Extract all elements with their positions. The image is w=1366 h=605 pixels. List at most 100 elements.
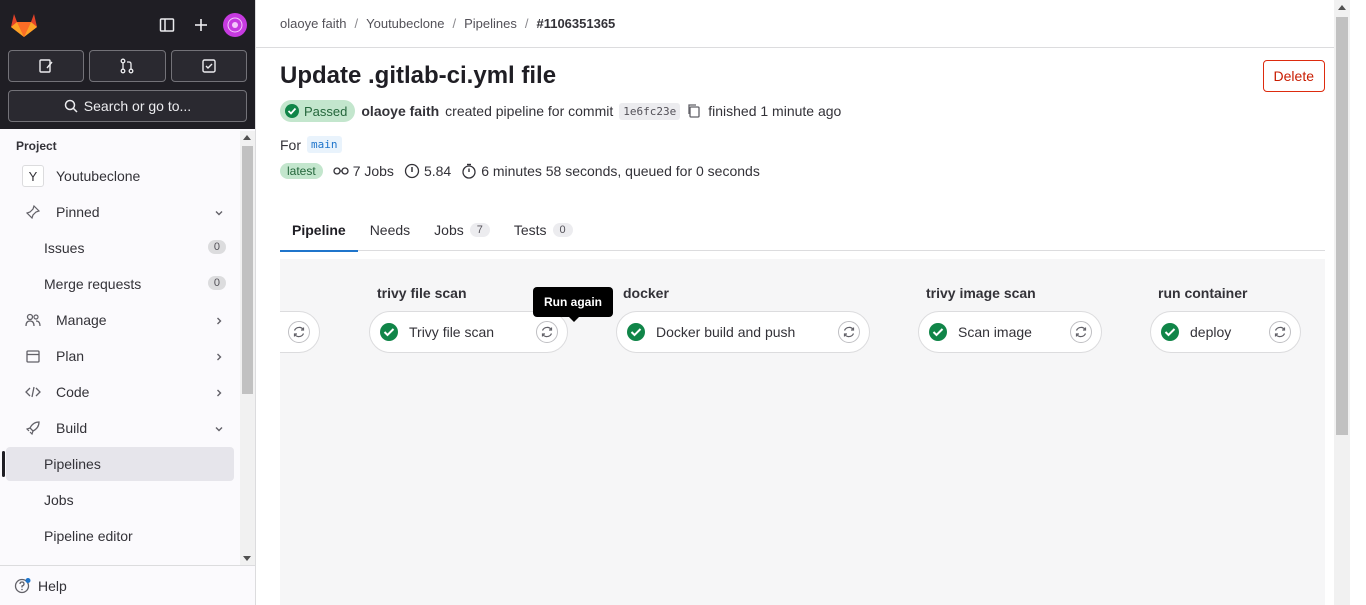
stage-title: trivy file scan [377,285,467,301]
tab-tests[interactable]: Tests 0 [502,209,585,251]
sidebar-header: Search or go to... [0,0,255,129]
job-pill[interactable]: deploy [1150,311,1301,353]
commit-sha[interactable]: 1e6fc23e [619,102,681,120]
ref-branch[interactable]: main [307,136,342,153]
tab-needs[interactable]: Needs [358,209,422,251]
job-name: Trivy file scan [409,324,495,340]
issues-shortcut-button[interactable] [8,50,85,82]
chevron-right-icon [214,349,224,365]
sidebar-scrollbar[interactable] [240,131,255,565]
page-scrollbar[interactable] [1334,0,1350,605]
help-button[interactable]: Help [0,565,255,605]
sidebar-item-pipelines[interactable]: Pipelines [2,447,234,481]
created-text: created pipeline for commit [445,103,614,119]
job-pill[interactable]: Scan image [918,311,1102,353]
pipeline-icon [333,167,349,175]
gitlab-logo-icon[interactable] [8,9,40,41]
breadcrumb-separator: / [452,16,457,31]
pipeline-tabs: Pipeline Needs Jobs 7 Tests 0 [280,209,1325,252]
sidebar-nav: Project Y Youtubeclone Pinned Issues 0 M… [0,129,240,565]
user-avatar[interactable] [223,13,247,37]
sidebar-item-project[interactable]: Y Youtubeclone [6,159,234,193]
jobs-count: 7 Jobs [352,163,394,179]
job-pill-previous[interactable] [280,311,320,353]
retry-icon[interactable] [1269,321,1291,343]
scrollbar-thumb[interactable] [1336,17,1348,435]
sidebar-item-label: Plan [56,348,85,364]
finished-text: finished 1 minute ago [708,103,842,119]
author-link[interactable]: olaoye faith [361,103,439,119]
timer-icon [462,163,476,179]
sidebar-item-manage[interactable]: Manage [6,303,234,337]
latest-badge: latest [280,163,323,179]
sidebar-item-jobs[interactable]: Jobs [6,483,234,517]
plus-icon[interactable] [189,13,213,37]
retry-icon[interactable] [838,321,860,343]
scrollbar-thumb[interactable] [242,146,253,394]
status-badge[interactable]: Passed [280,100,356,122]
sidebar-toggle-icon[interactable] [155,13,179,37]
breadcrumb-separator: / [354,16,359,31]
project-avatar: Y [22,165,44,187]
job-pill[interactable]: Trivy file scan [369,311,568,353]
check-circle-icon [1161,323,1179,341]
gauge-icon [404,163,420,179]
scroll-up-arrow-icon[interactable] [243,135,251,140]
sidebar-item-pinned[interactable]: Pinned [6,195,234,229]
tab-jobs[interactable]: Jobs 7 [422,209,502,251]
sidebar-item-merge-requests[interactable]: Merge requests 0 [6,267,234,301]
search-icon [64,99,78,113]
stage-title: trivy image scan [926,285,1036,301]
scroll-down-arrow-icon[interactable] [243,556,251,561]
sidebar-item-label: Manage [56,312,107,328]
copy-icon[interactable] [686,103,702,119]
tab-label: Tests [513,222,547,238]
sidebar: Search or go to... Project Y Youtubeclon… [0,0,256,605]
job-name: deploy [1190,324,1232,340]
duration-text: 6 minutes 58 seconds, queued for 0 secon… [481,163,760,179]
sidebar-item-pipeline-editor[interactable]: Pipeline editor [6,519,234,553]
search-label: Search or go to... [83,98,192,114]
retry-icon[interactable] [536,321,558,343]
delete-button[interactable]: Delete [1262,60,1325,92]
sidebar-item-build[interactable]: Build [6,411,234,445]
count-badge: 0 [207,240,226,254]
pipeline-meta: Passed olaoye faith created pipeline for… [280,100,1325,122]
help-icon [14,577,31,593]
job-pill[interactable]: Docker build and push [616,311,870,353]
breadcrumb-item-user[interactable]: olaoye faith [280,16,347,31]
check-circle-icon [380,323,398,341]
sidebar-item-plan[interactable]: Plan [6,339,234,373]
scroll-up-arrow-icon[interactable] [1338,5,1346,10]
sidebar-item-label: Pinned [56,204,100,220]
for-label: For [280,136,301,153]
sidebar-item-label: Jobs [44,492,74,508]
breadcrumb-item-pipelines[interactable]: Pipelines [464,16,517,31]
check-circle-icon [627,323,645,341]
code-icon [22,385,44,399]
count-badge: 0 [207,276,226,290]
tab-pipeline[interactable]: Pipeline [280,209,358,252]
check-circle-icon [929,323,947,341]
pipeline-graph[interactable]: trivy file scan Trivy file scan Run agai… [280,259,1325,605]
tab-label: Needs [369,222,411,238]
pin-icon [22,205,44,219]
sidebar-item-label: Merge requests [44,276,142,292]
breadcrumb-item-pipeline-id[interactable]: #1106351365 [536,16,615,31]
rocket-icon [22,421,44,435]
breadcrumb-separator: / [524,16,529,31]
search-button[interactable]: Search or go to... [8,90,247,122]
sidebar-item-issues[interactable]: Issues 0 [6,231,234,265]
chevron-right-icon [214,313,224,329]
breadcrumb-item-project[interactable]: Youtubeclone [366,16,444,31]
todos-shortcut-button[interactable] [170,50,247,82]
retry-icon[interactable] [288,321,310,343]
help-label: Help [38,577,67,594]
retry-icon[interactable] [1070,321,1092,343]
calendar-icon [22,349,44,363]
sidebar-item-code[interactable]: Code [6,375,234,409]
sidebar-item-label: Pipeline editor [44,528,133,544]
tab-count-badge: 0 [552,223,573,237]
merge-requests-shortcut-button[interactable] [89,50,166,82]
compute-score: 5.84 [423,163,452,179]
